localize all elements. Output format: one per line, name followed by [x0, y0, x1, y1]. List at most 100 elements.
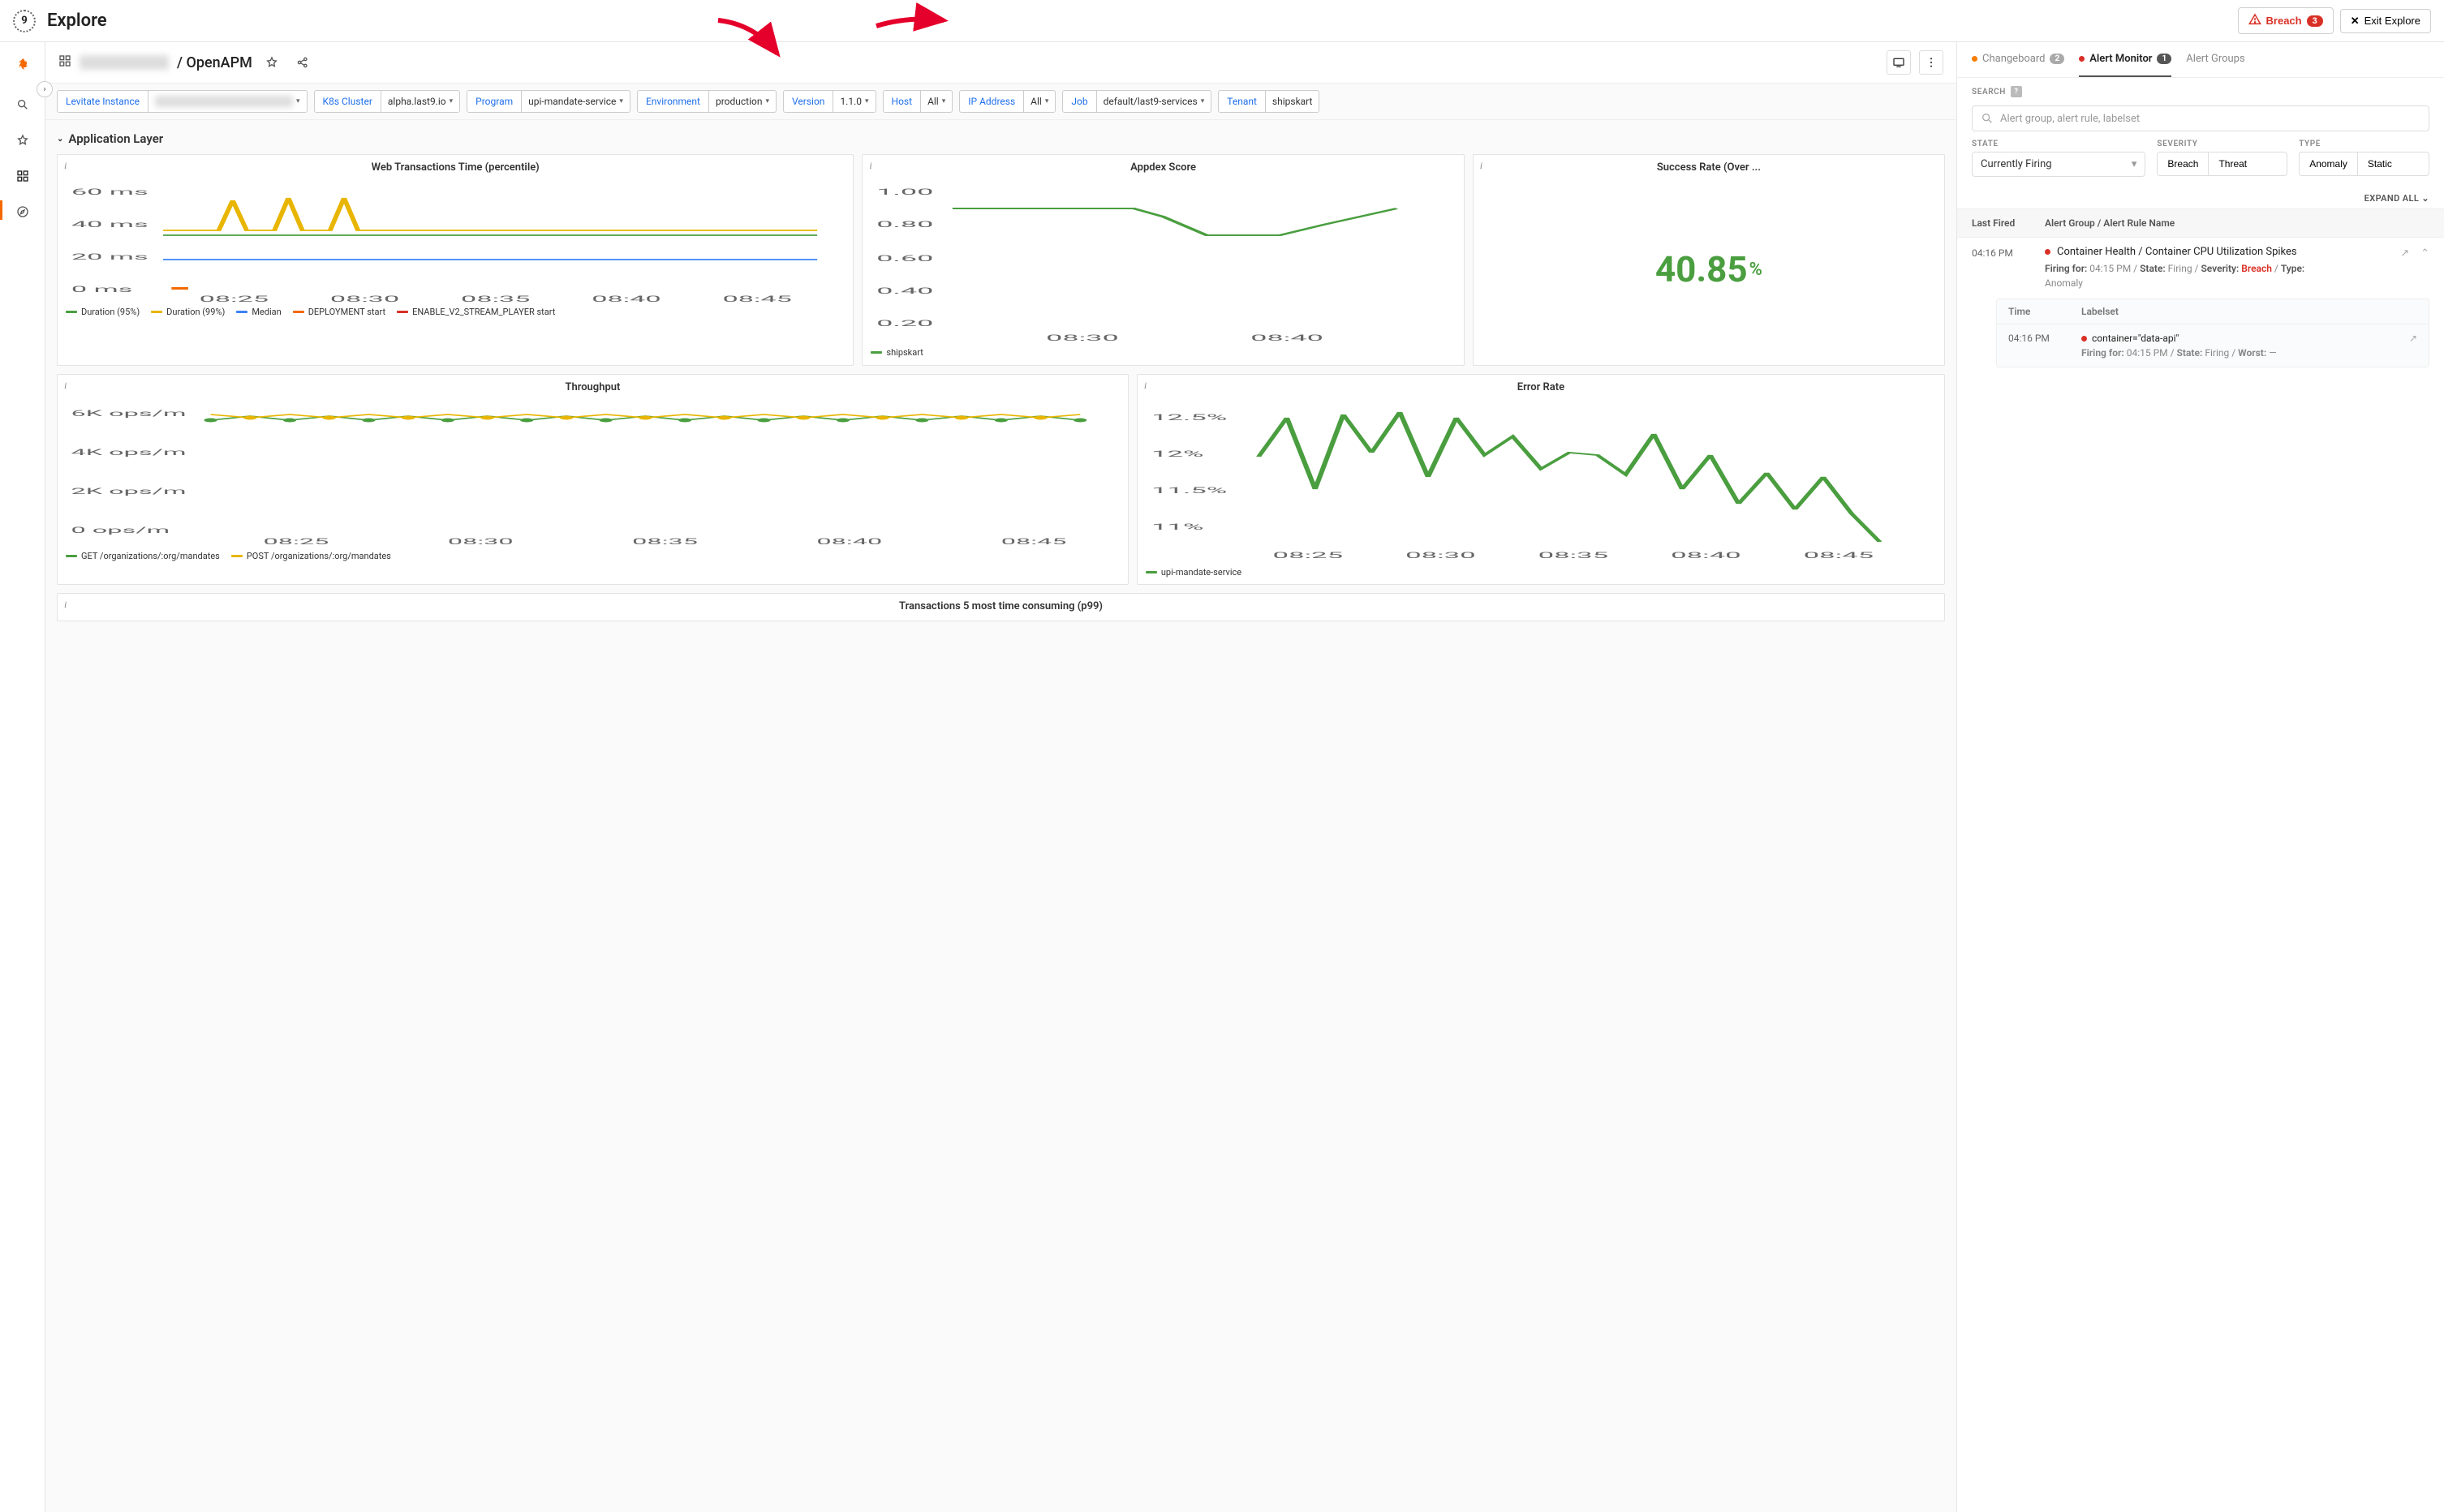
svg-text:08:30: 08:30 [1047, 333, 1120, 343]
svg-text:08:35: 08:35 [632, 537, 698, 547]
close-icon: ✕ [2351, 15, 2360, 28]
open-link-icon[interactable]: ↗ [2400, 247, 2409, 260]
filter-k8s[interactable]: K8s Clusteralpha.last9.io▾ [314, 90, 461, 113]
svg-text:6K ops/m: 6K ops/m [71, 409, 186, 419]
more-menu-button[interactable] [1919, 50, 1943, 75]
svg-text:08:40: 08:40 [1251, 333, 1324, 343]
info-icon[interactable]: i [64, 599, 67, 611]
svg-text:12.5%: 12.5% [1151, 413, 1227, 423]
compass-nav-icon[interactable] [14, 203, 32, 221]
svg-text:08:40: 08:40 [1671, 551, 1741, 561]
filter-environment[interactable]: Environmentproduction▾ [637, 90, 777, 113]
expand-sidebar-button[interactable]: › [37, 81, 53, 97]
tab-alert-groups[interactable]: Alert Groups [2186, 42, 2244, 77]
help-icon[interactable]: ? [2011, 86, 2022, 97]
svg-text:08:25: 08:25 [200, 294, 269, 303]
svg-text:08:40: 08:40 [592, 294, 660, 303]
filter-host[interactable]: HostAll▾ [883, 90, 953, 113]
severity-segment: Breach Threat [2157, 152, 2287, 176]
svg-text:4K ops/m: 4K ops/m [71, 448, 186, 457]
filter-version[interactable]: Version1.1.0▾ [783, 90, 876, 113]
info-icon[interactable]: i [64, 380, 67, 392]
svg-text:08:40: 08:40 [816, 537, 882, 547]
svg-text:08:30: 08:30 [330, 294, 399, 303]
alert-sub-table: Time Labelset 04:16 PM container="data-a… [1996, 299, 2429, 367]
type-static[interactable]: Static [2358, 152, 2402, 175]
collapse-icon[interactable]: ⌃ [2420, 247, 2429, 260]
dashboard-header: / OpenAPM [45, 42, 1956, 84]
svg-text:08:35: 08:35 [461, 294, 530, 303]
info-icon[interactable]: i [869, 160, 871, 172]
svg-text:0.60: 0.60 [877, 254, 934, 264]
chevron-double-down-icon: ⌄ [2421, 193, 2429, 204]
type-label: TYPE [2299, 140, 2429, 148]
filter-program[interactable]: Programupi-mandate-service▾ [467, 90, 630, 113]
variable-filters: Levitate Instance▾ K8s Clusteralpha.last… [45, 84, 1956, 120]
panel-success-rate: i Success Rate (Over ... 40.85 % [1473, 154, 1945, 366]
open-link-icon[interactable]: ↗ [2409, 333, 2417, 344]
status-dot-icon [2079, 56, 2085, 62]
filter-ip[interactable]: IP AddressAll▾ [959, 90, 1056, 113]
filter-job[interactable]: Jobdefault/last9-services▾ [1062, 90, 1211, 113]
firing-dot-icon [2081, 336, 2087, 341]
state-select[interactable]: Currently Firing▾ [1972, 152, 2145, 177]
svg-text:0.80: 0.80 [877, 220, 934, 230]
alert-rule-name: Container Health / Container CPU Utiliza… [2057, 246, 2297, 258]
svg-text:1.00: 1.00 [877, 187, 934, 197]
alert-row[interactable]: 04:16 PM Container Health / Container CP… [1957, 238, 2444, 376]
grafana-logo-icon [14, 57, 32, 78]
dashboard-pane: / OpenAPM Levitate Instance▾ K8s Cluster… [45, 42, 1957, 1512]
breach-button[interactable]: Breach 3 [2238, 7, 2334, 34]
search-icon [1981, 112, 1994, 125]
share-dashboard-button[interactable] [291, 51, 314, 74]
info-icon[interactable]: i [1144, 380, 1147, 392]
tv-mode-button[interactable] [1887, 50, 1911, 75]
breach-count-badge: 3 [2307, 15, 2323, 27]
svg-text:08:45: 08:45 [1001, 537, 1067, 547]
svg-text:11.5%: 11.5% [1151, 486, 1227, 496]
topbar: 9 Explore Breach 3 ✕ Exit Explore [0, 0, 2444, 42]
svg-text:08:25: 08:25 [264, 537, 329, 547]
svg-text:12%: 12% [1151, 449, 1204, 459]
exit-explore-button[interactable]: ✕ Exit Explore [2340, 9, 2431, 33]
panel-throughput: i Throughput 6K ops/m4K ops/m2K ops/m0 o… [57, 374, 1129, 585]
type-anomaly[interactable]: Anomaly [2300, 152, 2358, 175]
svg-text:2K ops/m: 2K ops/m [71, 487, 186, 496]
severity-breach[interactable]: Breach [2158, 152, 2209, 175]
alert-meta: Firing for: 04:15 PM / State: Firing / S… [2045, 261, 2400, 290]
svg-text:08:45: 08:45 [1803, 551, 1874, 561]
tab-alert-monitor[interactable]: Alert Monitor 1 [2079, 42, 2171, 77]
star-nav-icon[interactable] [14, 131, 32, 149]
search-label: SEARCH ? [1972, 86, 2429, 97]
panel-web-transactions: i Web Transactions Time (percentile) 60 … [57, 154, 854, 366]
search-input[interactable]: Alert group, alert rule, labelset [1972, 105, 2429, 131]
state-label: STATE [1972, 140, 2145, 148]
svg-text:08:35: 08:35 [1538, 551, 1608, 561]
svg-text:0.40: 0.40 [877, 286, 934, 296]
section-application-layer[interactable]: ⌄ Application Layer [57, 131, 1945, 146]
svg-text:08:45: 08:45 [722, 294, 791, 303]
star-dashboard-button[interactable] [260, 51, 283, 74]
panel-transactions-p99: i Transactions 5 most time consuming (p9… [57, 593, 1945, 621]
severity-threat[interactable]: Threat [2209, 152, 2257, 175]
filter-levitate[interactable]: Levitate Instance▾ [57, 90, 308, 113]
panel-error-rate: i Error Rate 12.5%12%11.5%11% 08:2508:30… [1137, 374, 1945, 585]
status-dot-icon [1972, 56, 1977, 62]
expand-all-button[interactable]: EXPAND ALL ⌄ [1957, 188, 2444, 208]
filter-tenant[interactable]: Tenantshipskart [1218, 90, 1319, 113]
svg-text:60 ms: 60 ms [71, 187, 148, 196]
firing-dot-icon [2045, 249, 2050, 255]
labelset-row[interactable]: 04:16 PM container="data-api" Firing for… [1997, 324, 2429, 367]
info-icon[interactable]: i [64, 160, 67, 172]
search-nav-icon[interactable] [14, 96, 32, 114]
panel-appdex: i Appdex Score 1.000.800.600.400.20 08:3… [862, 154, 1464, 366]
svg-text:08:25: 08:25 [1272, 551, 1343, 561]
tab-changeboard[interactable]: Changeboard 2 [1972, 42, 2064, 77]
svg-text:40 ms: 40 ms [71, 220, 148, 229]
warning-icon [2248, 13, 2261, 28]
info-icon[interactable]: i [1480, 160, 1482, 172]
svg-text:08:30: 08:30 [448, 537, 514, 547]
sidebar-rail: › [0, 42, 45, 1512]
dashboards-nav-icon[interactable] [14, 167, 32, 185]
svg-text:11%: 11% [1151, 522, 1204, 532]
